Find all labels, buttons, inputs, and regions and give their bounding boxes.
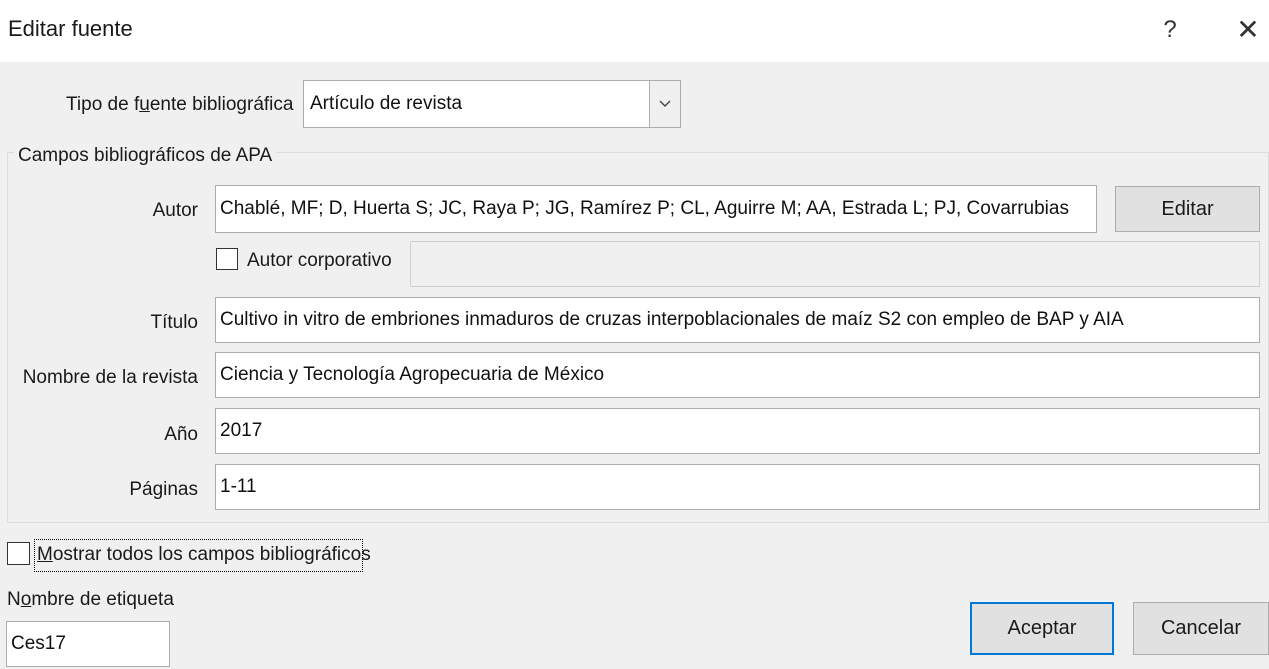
show-all-fields-label-post: ostrar todos los campos bibliográficos xyxy=(52,544,371,565)
source-type-select[interactable]: Artículo de revista xyxy=(303,80,681,128)
pages-label: Páginas xyxy=(129,479,198,500)
show-all-fields-checkbox[interactable] xyxy=(7,542,30,565)
edit-author-button[interactable]: Editar xyxy=(1115,186,1260,232)
source-type-value: Artículo de revista xyxy=(310,93,463,114)
apa-fields-legend: Campos bibliográficos de APA xyxy=(14,145,277,167)
title-input[interactable]: Cultivo in vitro de embriones inmaduros … xyxy=(215,297,1260,343)
pages-input[interactable]: 1-11 xyxy=(215,464,1260,510)
year-input[interactable]: 2017 xyxy=(215,408,1260,454)
cancel-button[interactable]: Cancelar xyxy=(1133,602,1269,655)
autor-label: Autor xyxy=(152,200,198,221)
title-label: Título xyxy=(150,312,198,333)
tag-name-label-accel: o xyxy=(20,589,32,610)
chevron-down-icon[interactable] xyxy=(649,81,680,127)
title-bar: Editar fuente ? ✕ xyxy=(0,0,1269,62)
show-all-fields-label[interactable]: Mostrar todos los campos bibliográficos xyxy=(37,544,371,566)
dialog-title: Editar fuente xyxy=(8,16,133,41)
tag-name-label-post: mbre de etiqueta xyxy=(31,589,174,610)
journal-input[interactable]: Ciencia y Tecnología Agropecuaria de Méx… xyxy=(215,352,1260,398)
close-icon[interactable]: ✕ xyxy=(1226,8,1269,52)
source-type-label-post: ente bibliográfica xyxy=(149,94,294,115)
corporate-author-input[interactable] xyxy=(410,241,1260,287)
journal-label: Nombre de la revista xyxy=(22,367,198,388)
tag-name-input[interactable]: Ces17 xyxy=(6,621,170,667)
corporate-author-label: Autor corporativo xyxy=(247,250,392,271)
help-icon[interactable]: ? xyxy=(1150,8,1190,52)
show-all-fields-label-accel: M xyxy=(37,544,53,565)
tag-name-label-pre: N xyxy=(7,589,21,610)
source-type-label-pre: Tipo de f xyxy=(66,94,140,115)
autor-input[interactable]: Chablé, MF; D, Huerta S; JC, Raya P; JG,… xyxy=(215,185,1097,233)
source-type-label-accel: u xyxy=(139,94,150,115)
accept-button[interactable]: Aceptar xyxy=(970,602,1114,655)
year-label: Año xyxy=(164,424,198,445)
tag-name-label: Nombre de etiqueta xyxy=(7,589,174,611)
source-type-label: Tipo de fuente bibliográfica xyxy=(66,94,293,116)
corporate-author-checkbox[interactable] xyxy=(216,248,238,270)
